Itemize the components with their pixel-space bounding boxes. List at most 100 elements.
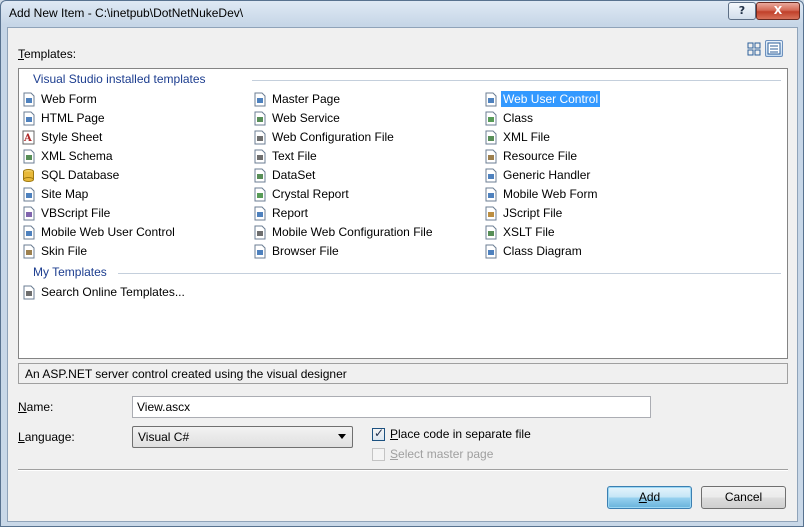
- small-icons-view-icon[interactable]: [765, 40, 783, 57]
- template-item[interactable]: XML Schema: [21, 148, 115, 165]
- template-item[interactable]: XSLT File: [483, 224, 557, 241]
- template-item-label: Web User Control: [501, 91, 601, 107]
- xml-schema-icon: [21, 149, 36, 164]
- name-label: Name:: [18, 400, 54, 414]
- template-item[interactable]: DataSet: [252, 167, 317, 184]
- template-item[interactable]: A Style Sheet: [21, 129, 104, 146]
- template-item-label: Search Online Templates...: [41, 285, 185, 299]
- templates-label: Templates:: [18, 47, 77, 61]
- mobile-web-user-control-icon: [21, 225, 36, 240]
- web-user-control-icon: [483, 92, 498, 107]
- template-item[interactable]: Web User Control: [483, 91, 601, 108]
- template-item[interactable]: Report: [252, 205, 310, 222]
- mobile-web-config-icon: [252, 225, 267, 240]
- template-item-label: Class: [503, 111, 534, 125]
- name-input[interactable]: [132, 396, 651, 418]
- template-item-label: Mobile Web User Control: [41, 225, 175, 239]
- template-item-label: XML Schema: [41, 149, 113, 163]
- template-item[interactable]: VBScript File: [21, 205, 112, 222]
- template-item-label: Web Service: [272, 111, 340, 125]
- help-button[interactable]: ?: [728, 2, 756, 20]
- chevron-down-icon: [338, 434, 346, 439]
- template-item[interactable]: Browser File: [252, 243, 341, 260]
- checkbox-box: [372, 448, 385, 461]
- template-item-label: Resource File: [503, 149, 578, 163]
- template-item[interactable]: Site Map: [21, 186, 90, 203]
- template-item-label: DataSet: [272, 168, 316, 182]
- template-item[interactable]: XML File: [483, 129, 552, 146]
- template-item[interactable]: Crystal Report: [252, 186, 351, 203]
- class-icon: [483, 111, 498, 126]
- title-bar[interactable]: Add New Item - C:\inetpub\DotNetNukeDev\…: [1, 1, 803, 27]
- add-button[interactable]: Add: [607, 486, 692, 509]
- language-select-value: Visual C#: [138, 430, 190, 444]
- template-group-header[interactable]: Visual Studio installed templates: [33, 72, 206, 86]
- template-group-header[interactable]: My Templates: [33, 265, 107, 279]
- language-label: Language:: [18, 430, 75, 444]
- template-item-label: Generic Handler: [503, 168, 591, 182]
- template-item-label: Skin File: [41, 244, 88, 258]
- svg-text:A: A: [23, 133, 32, 144]
- template-item[interactable]: Mobile Web User Control: [21, 224, 177, 241]
- place-code-checkbox[interactable]: ✓ Place code in separate file: [372, 426, 531, 443]
- template-item[interactable]: SQL Database: [21, 167, 121, 184]
- template-item[interactable]: Web Service: [252, 110, 342, 127]
- text-file-icon: [252, 149, 267, 164]
- template-item[interactable]: Master Page: [252, 91, 342, 108]
- template-item[interactable]: Resource File: [483, 148, 579, 165]
- template-item[interactable]: Web Form: [21, 91, 99, 108]
- xslt-file-icon: [483, 225, 498, 240]
- generic-handler-icon: [483, 168, 498, 183]
- template-item-label: Mobile Web Form: [503, 187, 598, 201]
- web-form-icon: [21, 92, 36, 107]
- xml-file-icon: [483, 130, 498, 145]
- vbscript-file-icon: [21, 206, 36, 221]
- template-item-label: SQL Database: [41, 168, 120, 182]
- template-item-label: Site Map: [41, 187, 89, 201]
- group-divider: [117, 273, 781, 274]
- template-item-label: Browser File: [272, 244, 339, 258]
- report-icon: [252, 206, 267, 221]
- template-item[interactable]: Search Online Templates...: [21, 284, 187, 301]
- sql-database-icon: [21, 168, 36, 183]
- site-map-icon: [21, 187, 36, 202]
- template-item[interactable]: HTML Page: [21, 110, 107, 127]
- group-divider: [252, 80, 781, 81]
- jscript-file-icon: [483, 206, 498, 221]
- template-item-label: Web Configuration File: [272, 130, 394, 144]
- template-item[interactable]: Class: [483, 110, 535, 127]
- template-item-label: Text File: [272, 149, 317, 163]
- template-item[interactable]: Generic Handler: [483, 167, 592, 184]
- template-item-label: Mobile Web Configuration File: [272, 225, 433, 239]
- dialog-window: Add New Item - C:\inetpub\DotNetNukeDev\…: [0, 0, 804, 527]
- select-master-page-checkbox: Select master page: [372, 447, 493, 463]
- template-item-label: Crystal Report: [272, 187, 349, 201]
- language-select[interactable]: Visual C#: [132, 426, 353, 448]
- html-page-icon: [21, 111, 36, 126]
- template-item[interactable]: Skin File: [21, 243, 89, 260]
- template-item-label: Report: [272, 206, 309, 220]
- template-item[interactable]: Mobile Web Configuration File: [252, 224, 435, 241]
- place-code-label: Place code in separate file: [390, 427, 531, 441]
- web-service-icon: [252, 111, 267, 126]
- template-item[interactable]: JScript File: [483, 205, 564, 222]
- template-item-label: Master Page: [272, 92, 341, 106]
- select-master-page-label: Select master page: [390, 447, 494, 461]
- close-button[interactable]: X: [756, 2, 800, 20]
- style-sheet-icon: A: [21, 130, 36, 145]
- template-item-label: Class Diagram: [503, 244, 582, 258]
- template-item-label: Style Sheet: [41, 130, 103, 144]
- checkbox-box: ✓: [372, 426, 385, 441]
- window-title: Add New Item - C:\inetpub\DotNetNukeDev\: [9, 6, 244, 20]
- templates-list[interactable]: Visual Studio installed templates Web For…: [18, 68, 788, 359]
- template-item[interactable]: Text File: [252, 148, 319, 165]
- search-online-icon: [21, 285, 36, 300]
- cancel-button[interactable]: Cancel: [701, 486, 786, 509]
- template-item[interactable]: Web Configuration File: [252, 129, 396, 146]
- template-item-label: JScript File: [503, 206, 563, 220]
- template-item-label: XML File: [503, 130, 550, 144]
- template-item[interactable]: Class Diagram: [483, 243, 584, 260]
- large-icons-view-icon[interactable]: [745, 40, 763, 57]
- template-item[interactable]: Mobile Web Form: [483, 186, 599, 203]
- template-item-label: HTML Page: [41, 111, 105, 125]
